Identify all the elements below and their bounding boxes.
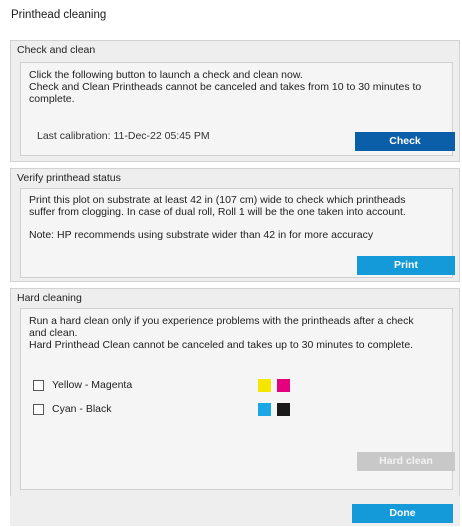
- yellow-swatch: [258, 379, 271, 392]
- check-description-line2: Check and Clean Printheads cannot be can…: [29, 81, 422, 93]
- hard-description-line1: Run a hard clean only if you experience …: [29, 315, 414, 327]
- check-button[interactable]: Check: [355, 132, 455, 151]
- cyan-black-checkbox[interactable]: [33, 403, 44, 415]
- verify-description-line2: suffer from clogging. In case of dual ro…: [29, 206, 406, 218]
- cyan-swatch: [258, 403, 271, 416]
- verify-body: Print this plot on substrate at least 42…: [20, 188, 455, 278]
- check-description-line1: Click the following button to launch a c…: [29, 69, 303, 81]
- section-title: Check and clean: [17, 44, 96, 56]
- hard-description-line2: and clean.: [29, 327, 78, 339]
- check-and-clean-body: Click the following button to launch a c…: [20, 62, 455, 156]
- verify-note: Note: HP recommends using substrate wide…: [29, 229, 374, 241]
- hard-clean-button[interactable]: Hard clean: [357, 452, 455, 471]
- last-calibration-text: Last calibration: 11-Dec-22 05:45 PM: [37, 130, 210, 142]
- yellow-magenta-checkbox[interactable]: [33, 379, 44, 391]
- window-title: Printhead cleaning: [11, 9, 107, 21]
- check-and-clean-section: Check and clean Click the following butt…: [10, 40, 460, 162]
- check-description-line3: complete.: [29, 93, 75, 105]
- magenta-swatch: [277, 379, 290, 392]
- section-title: Verify printhead status: [17, 172, 121, 184]
- verify-printhead-status-section: Verify printhead status Print this plot …: [10, 168, 460, 282]
- yellow-magenta-label: Yellow - Magenta: [52, 379, 133, 391]
- section-title: Hard cleaning: [17, 292, 82, 304]
- hard-cleaning-body: Run a hard clean only if you experience …: [20, 308, 455, 490]
- cyan-black-option[interactable]: Cyan - Black: [33, 402, 112, 416]
- print-button[interactable]: Print: [357, 256, 455, 275]
- verify-description-line1: Print this plot on substrate at least 42…: [29, 194, 406, 206]
- hard-description-line3: Hard Printhead Clean cannot be canceled …: [29, 339, 414, 351]
- done-button[interactable]: Done: [352, 504, 453, 523]
- printhead-cleaning-dialog: Printhead cleaning Check and clean Click…: [0, 0, 462, 527]
- black-swatch: [277, 403, 290, 416]
- hard-cleaning-section: Hard cleaning Run a hard clean only if y…: [10, 288, 460, 496]
- dialog-footer: Done: [10, 496, 460, 526]
- cyan-black-label: Cyan - Black: [52, 403, 112, 415]
- yellow-magenta-option[interactable]: Yellow - Magenta: [33, 378, 132, 392]
